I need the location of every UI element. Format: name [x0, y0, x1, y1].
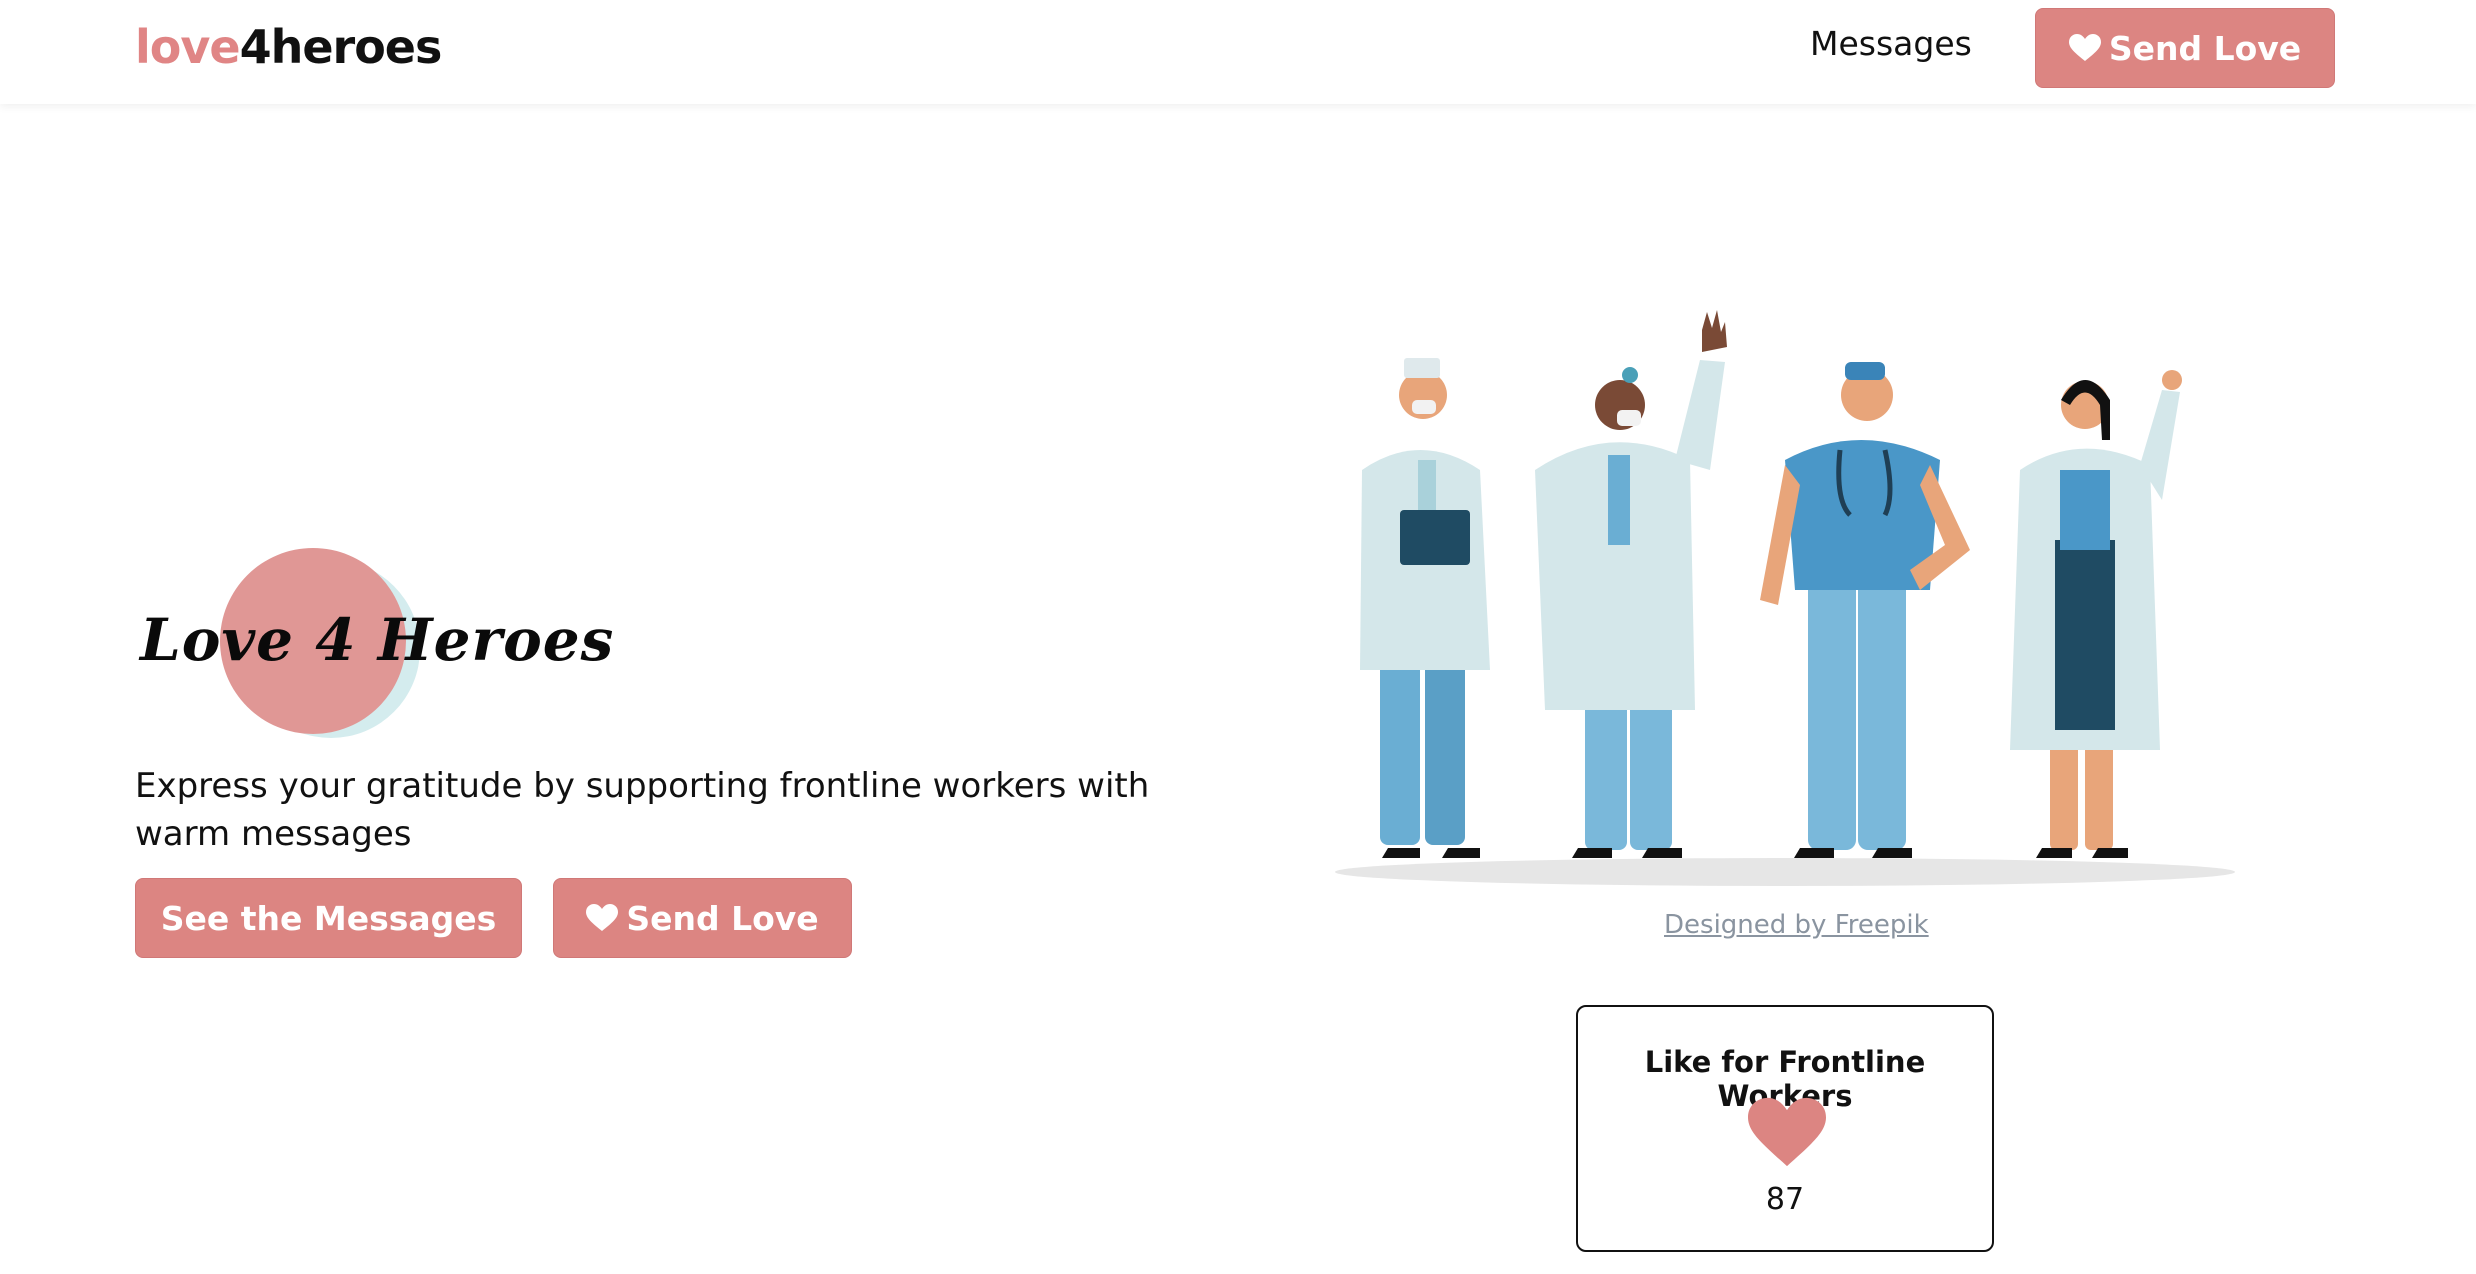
hero-send-love-button[interactable]: Send Love — [553, 878, 852, 958]
hero-subtitle: Express your gratitude by supporting fro… — [135, 766, 1150, 854]
brand-logo-love: love — [135, 20, 241, 74]
nav-messages-link[interactable]: Messages — [1810, 24, 1972, 63]
heart-icon — [586, 904, 619, 931]
navbar: love4heroes Messages Send Love — [0, 0, 2476, 104]
see-messages-button[interactable]: See the Messages — [135, 878, 522, 958]
worker-3-figure — [1760, 362, 1970, 858]
freepik-credit-link[interactable]: Designed by Freepik — [1664, 910, 1929, 940]
worker-1-figure — [1360, 358, 1490, 858]
like-count: 87 — [1765, 1182, 1805, 1217]
brand-logo[interactable]: love4heroes — [135, 20, 443, 74]
nav-send-love-label: Send Love — [2108, 28, 2302, 68]
heart-icon[interactable] — [1748, 1097, 1826, 1167]
brand-logo-heroes: 4heroes — [239, 20, 443, 74]
see-messages-label: See the Messages — [160, 898, 497, 938]
heart-icon — [2068, 34, 2101, 61]
hero-title: Love 4 Heroes — [140, 606, 615, 674]
like-card: Like for Frontline Workers 87 — [1576, 1005, 1994, 1252]
worker-2-figure — [1535, 310, 1727, 858]
nav-send-love-button[interactable]: Send Love — [2035, 8, 2335, 88]
hero-send-love-label: Send Love — [626, 898, 819, 938]
worker-4-figure — [2010, 370, 2182, 858]
frontline-workers-illustration — [1335, 310, 2235, 886]
